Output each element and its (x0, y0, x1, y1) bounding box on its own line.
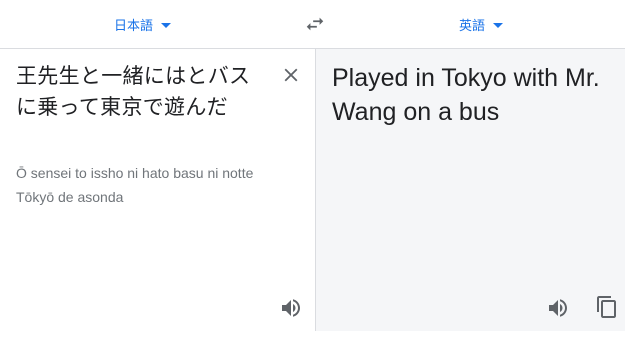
source-romanization: Ō sensei to issho ni hato basu ni notte … (16, 165, 254, 205)
chevron-down-icon (161, 22, 172, 28)
source-panel[interactable]: 王先生と一緒にはとバスに乗って東京で遊んだ Ō sensei to issho … (0, 49, 315, 331)
translate-widget: 日本語 英語 王先生と一緒にはとバスに乗って東京で遊んだ Ō sensei to… (0, 0, 625, 339)
target-panel: Played in Tokyo with Mr. Wang on a bus (315, 49, 625, 331)
volume-icon (282, 299, 300, 317)
swap-languages-button[interactable] (303, 12, 327, 36)
chevron-down-icon (493, 22, 504, 28)
language-bar: 日本語 英語 (0, 0, 625, 48)
swap-horiz-icon (306, 17, 324, 31)
clear-source-button[interactable] (280, 64, 302, 86)
target-language-label: 英語 (459, 17, 486, 33)
listen-source-button[interactable] (279, 296, 303, 320)
target-language-selector[interactable]: 英語 (459, 12, 504, 36)
translation-panels: 王先生と一緒にはとバスに乗って東京で遊んだ Ō sensei to issho … (0, 48, 625, 331)
translated-text: Played in Tokyo with Mr. Wang on a bus (332, 64, 600, 126)
source-text[interactable]: 王先生と一緒にはとバスに乗って東京で遊んだ (16, 61, 266, 123)
listen-translation-button[interactable] (546, 296, 570, 320)
close-icon (284, 68, 298, 82)
source-language-label: 日本語 (114, 17, 154, 33)
copy-icon (597, 296, 616, 318)
volume-icon (549, 299, 567, 317)
source-language-selector[interactable]: 日本語 (114, 12, 172, 36)
copy-translation-button[interactable] (595, 295, 619, 321)
